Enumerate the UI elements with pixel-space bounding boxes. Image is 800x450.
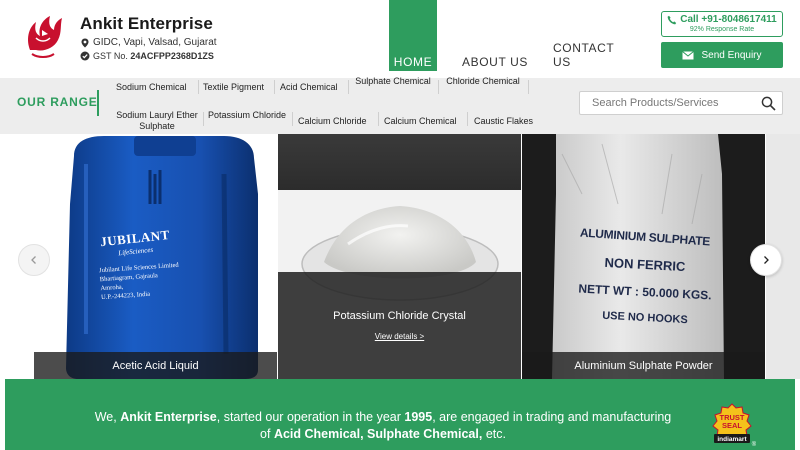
about-year: 1995 <box>404 410 433 424</box>
company-location: GIDC, Vapi, Valsad, Gujarat <box>93 37 217 48</box>
page: Ankit Enterprise GIDC, Vapi, Valsad, Guj… <box>0 0 800 450</box>
trust-seal-badge[interactable]: TRUST SEAL indiamart ® <box>708 403 756 447</box>
category-sodium-lauryl-ether-sulphate[interactable]: Sodium Lauryl Ether Sulphate <box>112 110 202 132</box>
product-carousel: JUBILANT LifeSciences Jubilant Life Scie… <box>0 134 800 379</box>
about-band: We, Ankit Enterprise, started our operat… <box>5 379 795 450</box>
category-separator <box>528 80 529 94</box>
category-separator <box>438 80 439 94</box>
category-separator <box>292 112 293 126</box>
slide-caption: Acetic Acid Liquid <box>34 352 277 379</box>
category-sodium-chemical[interactable]: Sodium Chemical <box>116 82 187 93</box>
gst-label: GST No. <box>93 51 128 61</box>
category-separator <box>203 112 204 126</box>
category-potassium-chloride[interactable]: Potassium Chloride <box>207 110 287 121</box>
about-mid: , started our operation in the year <box>216 410 401 424</box>
slide-caption: Potassium Chloride Crystal <box>333 310 466 322</box>
main-nav: HOME ABOUT US CONTACT US <box>389 0 633 78</box>
location-row: GIDC, Vapi, Valsad, Gujarat <box>80 37 217 48</box>
our-range-title: OUR RANGE <box>17 95 98 109</box>
call-row: Call +91-8048617411 <box>662 14 782 25</box>
call-button[interactable]: Call +91-8048617411 92% Response Rate <box>661 11 783 37</box>
chevron-right-icon <box>764 256 769 264</box>
chevron-left-icon <box>31 256 36 264</box>
brand-block: Ankit Enterprise GIDC, Vapi, Valsad, Guj… <box>80 14 217 61</box>
slide-aluminium-sulphate-powder[interactable]: ALUMINIUM SULPHATE NON FERRIC NETT WT : … <box>522 134 765 379</box>
category-caustic-flakes[interactable]: Caustic Flakes <box>474 116 533 127</box>
slide-potassium-chloride-crystal[interactable]: Potassium Chloride Crystal View details … <box>278 134 521 379</box>
range-divider <box>97 90 99 116</box>
category-separator <box>378 112 379 126</box>
category-separator <box>467 112 468 126</box>
slide-caption: Aluminium Sulphate Powder <box>522 352 765 379</box>
category-sulphate-chemical[interactable]: Sulphate Chemical <box>350 76 436 87</box>
category-textile-pigment[interactable]: Textile Pigment <box>203 82 264 93</box>
about-products: Acid Chemical, Sulphate Chemical, <box>273 427 483 441</box>
sack-print-line: NETT WT : 50.000 KGS. <box>578 281 712 303</box>
gst-row: GST No. 24ACFPP2368D1ZS <box>80 51 217 61</box>
registered-mark-icon: ® <box>752 441 756 447</box>
slide-hover-overlay <box>278 272 521 379</box>
location-pin-icon <box>81 38 89 47</box>
nav-home[interactable]: HOME <box>389 0 437 71</box>
about-company: Ankit Enterprise <box>120 410 217 424</box>
jerrycan-label: JUBILANT LifeSciences Jubilant Life Scie… <box>99 227 220 301</box>
trust-seal-line3: indiamart <box>717 436 747 443</box>
sack-print-line: NON FERRIC <box>604 254 686 275</box>
category-separator <box>198 80 199 94</box>
phone-icon <box>667 15 677 24</box>
category-calcium-chloride[interactable]: Calcium Chloride <box>298 116 367 127</box>
about-intro: We, <box>94 410 117 424</box>
sack-print: ALUMINIUM SULPHATE NON FERRIC NETT WT : … <box>560 225 730 326</box>
category-separator <box>348 80 349 94</box>
category-separator <box>274 80 275 94</box>
header: Ankit Enterprise GIDC, Vapi, Valsad, Guj… <box>0 0 800 78</box>
search-icon[interactable] <box>761 96 776 111</box>
about-text: We, Ankit Enterprise, started our operat… <box>5 409 761 443</box>
carousel-next-button[interactable] <box>750 244 782 276</box>
view-details-link[interactable]: View details > <box>278 332 521 341</box>
send-enquiry-label: Send Enquiry <box>701 49 762 61</box>
envelope-icon <box>682 50 695 59</box>
slide-acetic-acid-liquid[interactable]: JUBILANT LifeSciences Jubilant Life Scie… <box>34 134 277 379</box>
trust-seal-line2: SEAL <box>722 421 742 430</box>
company-name[interactable]: Ankit Enterprise <box>80 14 217 34</box>
carousel-prev-button[interactable] <box>18 244 50 276</box>
send-enquiry-button[interactable]: Send Enquiry <box>661 42 783 68</box>
call-number: Call +91-8048617411 <box>680 14 777 25</box>
category-calcium-chemical[interactable]: Calcium Chemical <box>384 116 457 127</box>
category-acid-chemical[interactable]: Acid Chemical <box>280 82 338 93</box>
gst-number: 24ACFPP2368D1ZS <box>130 51 214 61</box>
about-etc: etc. <box>485 427 506 441</box>
nav-about-us[interactable]: ABOUT US <box>437 0 553 71</box>
verified-check-icon <box>80 51 90 61</box>
company-logo[interactable] <box>22 10 68 66</box>
nav-contact-us[interactable]: CONTACT US <box>553 0 633 71</box>
search-box <box>579 91 783 115</box>
about-of: of <box>260 427 271 441</box>
search-input[interactable] <box>580 92 752 114</box>
response-rate: 92% Response Rate <box>689 26 755 33</box>
label-address: Jubilant Life Sciences Limited Bhartiagr… <box>99 258 221 302</box>
category-chloride-chemical[interactable]: Chloride Chemical <box>440 76 526 87</box>
about-end: , are engaged in trading and manufacturi… <box>432 410 672 424</box>
